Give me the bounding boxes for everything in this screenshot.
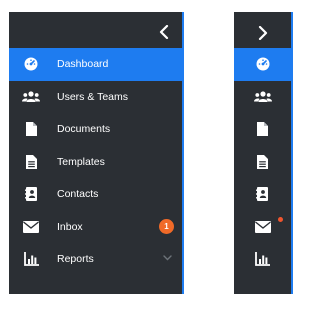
sidebar-item-label: Documents <box>57 123 111 136</box>
document-icon <box>253 119 273 139</box>
sidebar-item-documents[interactable]: Documents <box>9 113 182 146</box>
contact-book-icon <box>253 184 273 204</box>
sidebar-menu-collapsed <box>234 48 291 276</box>
expand-sidebar-button[interactable] <box>234 22 291 44</box>
collapse-sidebar-button[interactable] <box>154 22 174 42</box>
sidebar-item-templates[interactable] <box>234 146 291 179</box>
sidebar-item-inbox[interactable] <box>234 211 291 244</box>
bar-chart-icon <box>21 249 41 269</box>
sidebar-item-inbox[interactable]: Inbox 1 <box>9 211 182 244</box>
envelope-icon <box>253 217 273 237</box>
sidebar-item-label: Users & Teams <box>57 90 128 103</box>
template-icon <box>21 152 41 172</box>
speedometer-icon <box>253 54 273 74</box>
sidebar-item-contacts[interactable] <box>234 178 291 211</box>
chevron-right-icon <box>258 26 267 40</box>
collapsed-sidebar <box>234 12 293 294</box>
expanded-sidebar: Dashboard Users & Teams Documents Templa… <box>9 12 184 294</box>
contact-book-icon <box>21 184 41 204</box>
template-icon <box>253 152 273 172</box>
users-icon <box>21 87 41 107</box>
sidebar-item-label: Templates <box>57 155 105 168</box>
sidebar-item-label: Contacts <box>57 188 99 201</box>
sidebar-item-templates[interactable]: Templates <box>9 146 182 179</box>
speedometer-icon <box>21 54 41 74</box>
sidebar-item-label: Dashboard <box>57 58 109 71</box>
users-icon <box>253 87 273 107</box>
sidebar-item-reports[interactable] <box>234 243 291 276</box>
chevron-left-icon <box>159 25 169 39</box>
inbox-unread-badge: 1 <box>159 218 174 234</box>
sidebar-item-dashboard[interactable] <box>234 48 291 81</box>
document-icon <box>21 119 41 139</box>
sidebar-item-contacts[interactable]: Contacts <box>9 178 182 211</box>
sidebar-item-dashboard[interactable]: Dashboard <box>9 48 182 81</box>
sidebar-menu: Dashboard Users & Teams Documents Templa… <box>9 48 182 276</box>
sidebar-item-label: Reports <box>57 253 94 266</box>
sidebar-item-label: Inbox <box>57 220 83 233</box>
sidebar-item-documents[interactable] <box>234 113 291 146</box>
bar-chart-icon <box>253 249 273 269</box>
sidebar-item-reports[interactable]: Reports <box>9 243 182 276</box>
inbox-notification-dot <box>278 216 283 222</box>
sidebar-item-users-teams[interactable] <box>234 81 291 114</box>
sidebar-item-users-teams[interactable]: Users & Teams <box>9 81 182 114</box>
chevron-down-icon[interactable] <box>163 255 172 261</box>
envelope-icon <box>21 217 41 237</box>
